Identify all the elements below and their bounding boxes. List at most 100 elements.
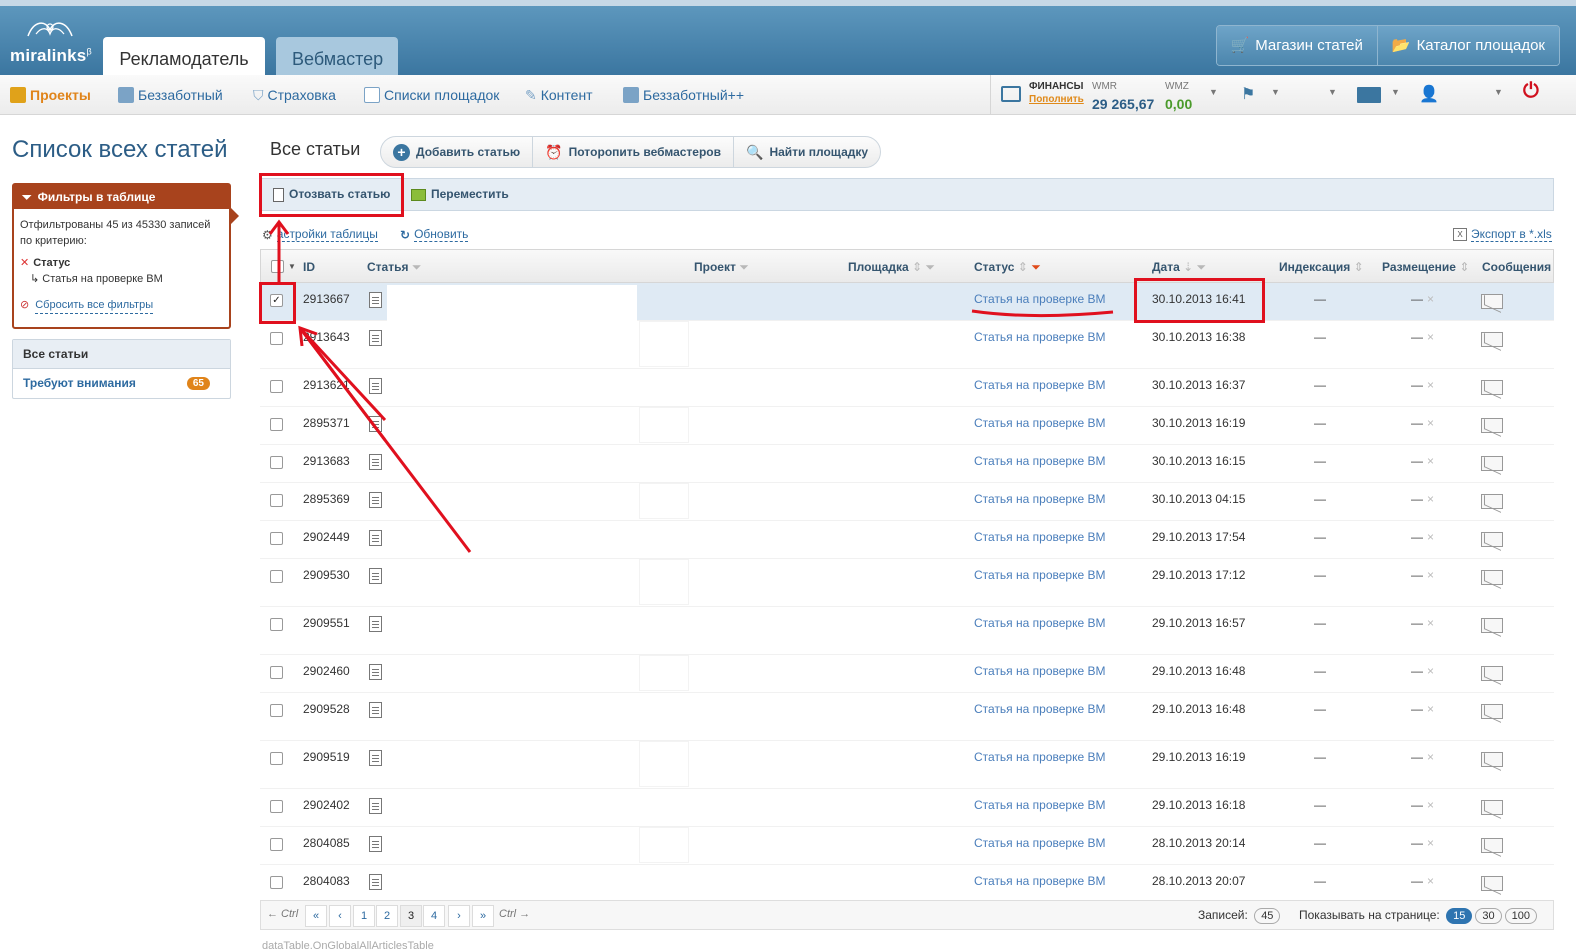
status-link[interactable]: Статья на проверке ВМ bbox=[974, 454, 1105, 468]
nav-carefree[interactable]: Беззаботный bbox=[118, 75, 223, 115]
placement-remove-icon[interactable]: × bbox=[1427, 530, 1434, 544]
site-catalog-button[interactable]: 📂 Каталог площадок bbox=[1377, 26, 1559, 65]
status-link[interactable]: Статья на проверке ВМ bbox=[974, 378, 1105, 392]
power-icon[interactable]: ⏻ bbox=[1523, 80, 1539, 103]
row-checkbox[interactable] bbox=[270, 704, 283, 717]
document-icon[interactable] bbox=[369, 798, 382, 814]
placement-remove-icon[interactable]: × bbox=[1427, 664, 1434, 678]
document-icon[interactable] bbox=[369, 454, 382, 470]
finance-dropdown-icon[interactable]: ▼ bbox=[1209, 87, 1218, 97]
status-link[interactable]: Статья на проверке ВМ bbox=[974, 874, 1105, 888]
row-checkbox[interactable] bbox=[270, 332, 283, 345]
row-checkbox[interactable] bbox=[270, 532, 283, 545]
table-row[interactable]: 2804085 Статья на проверке ВМ 28.10.2013 2… bbox=[260, 827, 1554, 865]
document-icon[interactable] bbox=[369, 378, 382, 394]
placement-remove-icon[interactable]: × bbox=[1427, 874, 1434, 888]
status-link[interactable]: Статья на проверке ВМ bbox=[974, 702, 1105, 716]
placement-remove-icon[interactable]: × bbox=[1427, 616, 1434, 630]
per-page-15[interactable]: 15 bbox=[1446, 908, 1473, 924]
mail-dropdown-icon[interactable]: ▼ bbox=[1391, 87, 1400, 97]
nav-projects[interactable]: Проекты bbox=[10, 75, 91, 115]
document-icon[interactable] bbox=[369, 874, 382, 890]
document-icon[interactable] bbox=[369, 616, 382, 632]
column-header-messages[interactable]: Сообщения bbox=[1482, 250, 1551, 284]
table-row[interactable]: 2909530 Статья на проверке ВМ 29.10.2013 1… bbox=[260, 559, 1554, 607]
message-envelope-icon[interactable] bbox=[1481, 752, 1503, 767]
nav-content[interactable]: ✎ Контент bbox=[525, 75, 593, 115]
row-checkbox[interactable] bbox=[270, 380, 283, 393]
document-icon[interactable] bbox=[369, 530, 382, 546]
message-envelope-icon[interactable] bbox=[1481, 838, 1503, 853]
message-envelope-icon[interactable] bbox=[1481, 570, 1503, 585]
placement-remove-icon[interactable]: × bbox=[1427, 378, 1434, 392]
placement-remove-icon[interactable]: × bbox=[1427, 454, 1434, 468]
column-header-project[interactable]: Проект ⏷ bbox=[694, 250, 749, 284]
status-link[interactable]: Статья на проверке ВМ bbox=[974, 750, 1105, 764]
page-3-button[interactable]: 3 bbox=[400, 905, 422, 927]
row-checkbox[interactable] bbox=[270, 618, 283, 631]
status-link[interactable]: Статья на проверке ВМ bbox=[974, 616, 1105, 630]
placement-remove-icon[interactable]: × bbox=[1427, 750, 1434, 764]
prev-page-button[interactable]: ‹ bbox=[329, 905, 351, 927]
placement-remove-icon[interactable]: × bbox=[1427, 836, 1434, 850]
document-icon[interactable] bbox=[369, 750, 382, 766]
export-xls-link[interactable]: X Экспорт в *.xls bbox=[1453, 227, 1552, 242]
move-button[interactable]: Переместить bbox=[411, 179, 509, 210]
miralinks-logo[interactable]: miralinksβ bbox=[10, 16, 92, 66]
table-row[interactable]: 2902460 Статья на проверке ВМ 29.10.2013 1… bbox=[260, 655, 1554, 693]
status-link[interactable]: Статья на проверке ВМ bbox=[974, 530, 1105, 544]
document-icon[interactable] bbox=[369, 330, 382, 346]
page-1-button[interactable]: 1 bbox=[353, 905, 375, 927]
message-envelope-icon[interactable] bbox=[1481, 876, 1503, 891]
document-icon[interactable] bbox=[369, 292, 382, 308]
row-checkbox[interactable] bbox=[270, 570, 283, 583]
status-link[interactable]: Статья на проверке ВМ bbox=[974, 836, 1105, 850]
nav-insurance[interactable]: ⛉ Страховка bbox=[253, 75, 336, 115]
nav-carefree-plus[interactable]: Беззаботный++ bbox=[623, 75, 744, 115]
placement-remove-icon[interactable]: × bbox=[1427, 568, 1434, 582]
add-article-button[interactable]: + Добавить статью bbox=[381, 137, 534, 167]
column-header-placement[interactable]: Размещение ⇕ bbox=[1382, 250, 1469, 284]
document-icon[interactable] bbox=[369, 836, 382, 852]
column-header-site[interactable]: Площадка ⇕ ⏷ bbox=[848, 250, 935, 284]
placement-remove-icon[interactable]: × bbox=[1427, 416, 1434, 430]
mail-icon[interactable] bbox=[1357, 87, 1381, 103]
message-envelope-icon[interactable] bbox=[1481, 456, 1503, 471]
row-checkbox[interactable] bbox=[270, 666, 283, 679]
per-page-30[interactable]: 30 bbox=[1475, 908, 1502, 924]
status-link[interactable]: Статья на проверке ВМ bbox=[974, 568, 1105, 582]
table-row[interactable]: ✓ 2913667 Статья на проверке ВМ 30.10.2013 … bbox=[260, 283, 1554, 321]
table-row[interactable]: 2909519 Статья на проверке ВМ 29.10.2013 1… bbox=[260, 741, 1554, 789]
message-envelope-icon[interactable] bbox=[1481, 800, 1503, 815]
flag-icon[interactable]: ⚑ bbox=[1241, 84, 1255, 104]
message-envelope-icon[interactable] bbox=[1481, 704, 1503, 719]
status-link[interactable]: Статья на проверке ВМ bbox=[974, 664, 1105, 678]
empty-dropdown-icon[interactable]: ▼ bbox=[1328, 87, 1337, 97]
top-up-link[interactable]: Пополнить bbox=[1029, 94, 1084, 105]
status-link[interactable]: Статья на проверке ВМ bbox=[974, 416, 1105, 430]
page-4-button[interactable]: 4 bbox=[423, 905, 445, 927]
document-icon[interactable] bbox=[369, 568, 382, 584]
find-site-button[interactable]: 🔍 Найти площадку bbox=[734, 137, 880, 167]
message-envelope-icon[interactable] bbox=[1481, 494, 1503, 509]
row-checkbox[interactable] bbox=[270, 456, 283, 469]
row-checkbox[interactable] bbox=[270, 418, 283, 431]
table-row[interactable]: 2913621 Статья на проверке ВМ 30.10.2013 1… bbox=[260, 369, 1554, 407]
hurry-webmasters-button[interactable]: ⏰ Потoропить вебмастеров bbox=[533, 137, 735, 167]
document-icon[interactable] bbox=[369, 492, 382, 508]
flag-dropdown-icon[interactable]: ▼ bbox=[1271, 87, 1280, 97]
document-icon[interactable] bbox=[369, 664, 382, 680]
document-icon[interactable] bbox=[369, 702, 382, 718]
message-envelope-icon[interactable] bbox=[1481, 332, 1503, 347]
row-checkbox[interactable] bbox=[270, 838, 283, 851]
nav-site-lists[interactable]: Списки площадок bbox=[364, 75, 499, 115]
placement-remove-icon[interactable]: × bbox=[1427, 330, 1434, 344]
column-header-indexing[interactable]: Индексация ⇕ bbox=[1279, 250, 1364, 284]
status-link[interactable]: Статья на проверке ВМ bbox=[974, 798, 1105, 812]
table-row[interactable]: 2902449 Статья на проверке ВМ 29.10.2013 1… bbox=[260, 521, 1554, 559]
message-envelope-icon[interactable] bbox=[1481, 532, 1503, 547]
placement-remove-icon[interactable]: × bbox=[1427, 702, 1434, 716]
table-settings-link[interactable]: ⚙ астройки таблицы bbox=[262, 227, 378, 242]
article-shop-button[interactable]: 🛒 Магазин статей bbox=[1216, 26, 1378, 65]
next-page-button[interactable]: › bbox=[448, 905, 470, 927]
